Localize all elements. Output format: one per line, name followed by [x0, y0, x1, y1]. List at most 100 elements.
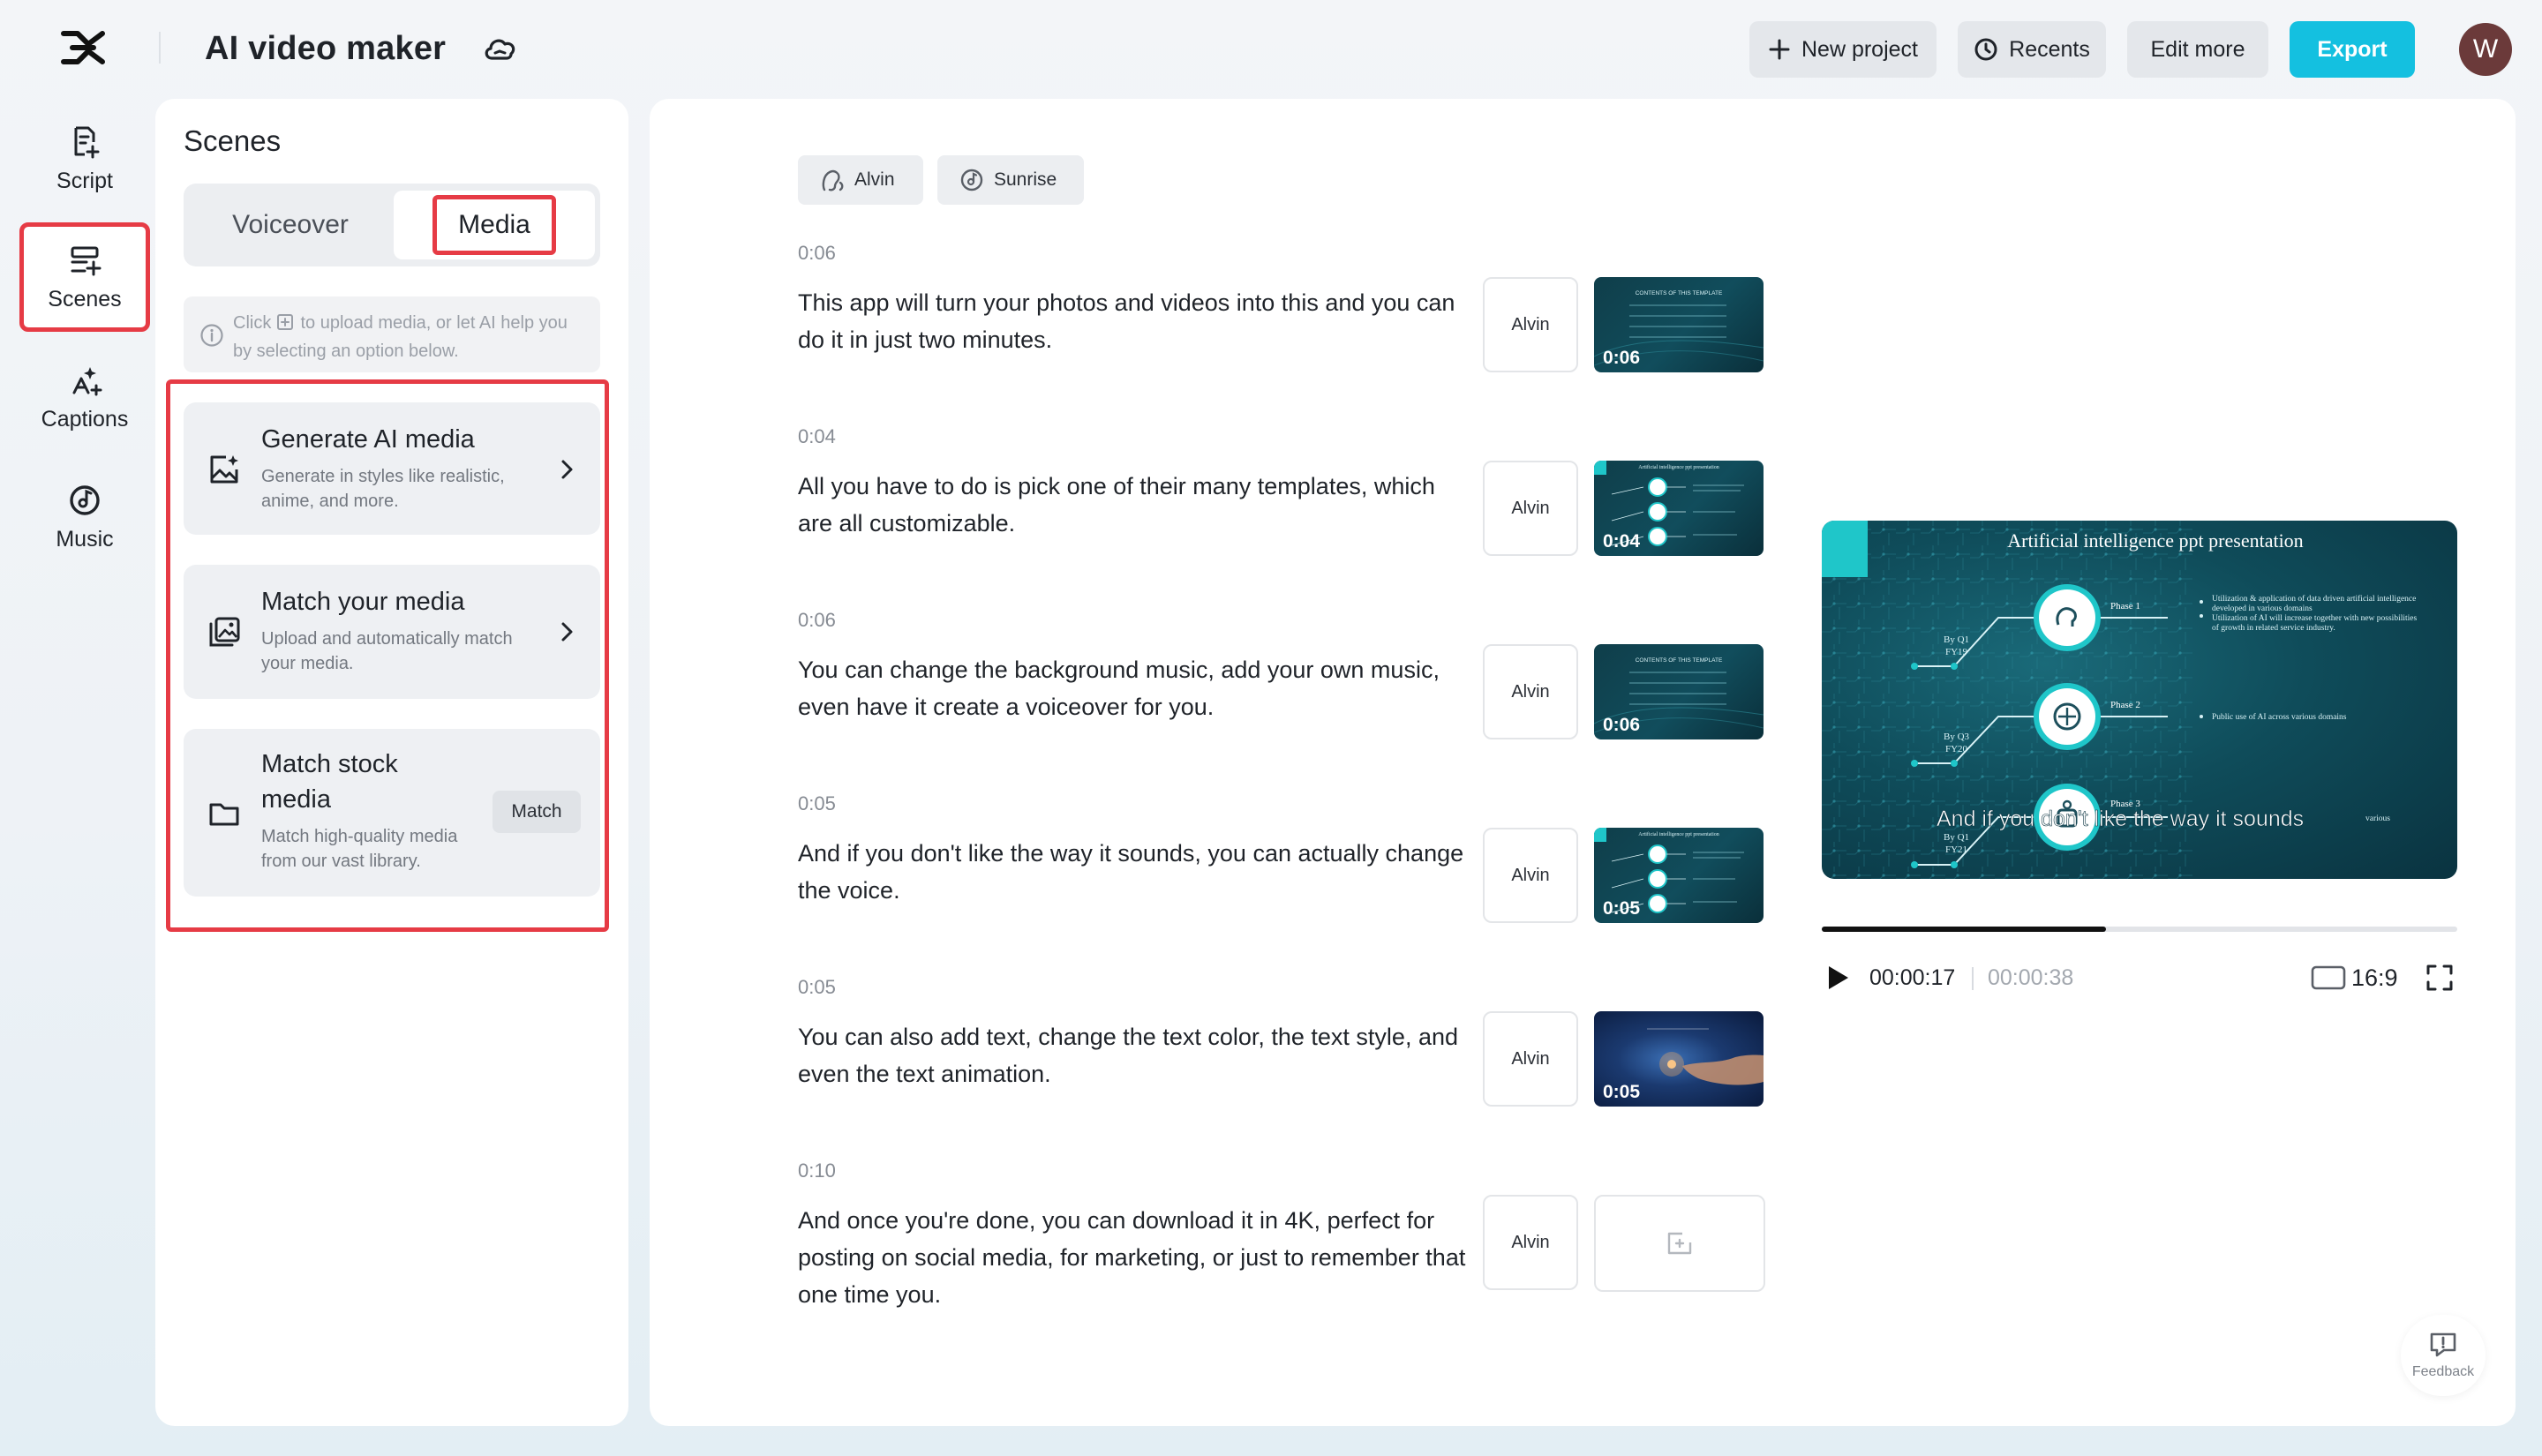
- rail-label-script: Script: [56, 169, 113, 194]
- fy-label-1: FY19: [1945, 647, 1968, 657]
- feedback-icon: [2428, 1331, 2458, 1359]
- tab-media[interactable]: Media: [394, 191, 595, 259]
- add-media-icon: [1665, 1230, 1695, 1257]
- rail-label-scenes: Scenes: [48, 287, 121, 312]
- scene-duration: 0:05: [798, 974, 836, 1001]
- by-label-3: By Q1: [1944, 832, 1969, 843]
- rail-item-script[interactable]: Script: [19, 104, 150, 214]
- by-label-1: By Q1: [1944, 634, 1969, 645]
- music-icon: [67, 483, 102, 518]
- chevron-right-icon: [556, 457, 577, 482]
- app-title: AI video maker: [205, 26, 446, 71]
- header-divider: [159, 32, 161, 64]
- scene-voice-button[interactable]: Alvin: [1483, 461, 1578, 556]
- scene-duration: 0:10: [798, 1158, 836, 1184]
- upload-media-icon: [276, 313, 296, 331]
- scene-duration: 0:06: [798, 607, 836, 634]
- info-icon: [199, 323, 224, 348]
- new-project-button[interactable]: New project: [1749, 21, 1937, 78]
- hint-text-start: Click: [233, 313, 271, 333]
- music-selector[interactable]: Sunrise: [937, 155, 1084, 205]
- current-time: 00:00:17: [1869, 964, 1955, 992]
- avatar[interactable]: W: [2459, 23, 2512, 76]
- gallery-icon: [207, 614, 242, 649]
- music-icon: [959, 167, 985, 193]
- aspect-ratio-icon[interactable]: [2311, 965, 2346, 990]
- scene-script-text[interactable]: You can change the background music, add…: [798, 651, 1469, 725]
- scene-thumbnail[interactable]: Artificial intelligence ppt presentation…: [1594, 461, 1764, 556]
- music-chip-label: Sunrise: [994, 169, 1057, 191]
- edit-more-label: Edit more: [2151, 37, 2245, 63]
- thumb-duration: 0:04: [1603, 531, 1640, 552]
- cloud-sync-icon[interactable]: [482, 32, 519, 65]
- phase-2-note: Public use of AI across various domains: [2212, 712, 2347, 722]
- voice-selector[interactable]: Alvin: [798, 155, 923, 205]
- edit-more-button[interactable]: Edit more: [2127, 21, 2268, 78]
- scene-voice-button[interactable]: Alvin: [1483, 1195, 1578, 1290]
- chevron-right-icon: [556, 619, 577, 644]
- export-button[interactable]: Export: [2290, 21, 2415, 78]
- clock-icon: [1974, 37, 1998, 62]
- fy-label-3: FY21: [1945, 844, 1967, 855]
- thumb-caption: CONTENTS OF THIS TEMPLATE: [1636, 657, 1723, 664]
- aspect-ratio-label[interactable]: 16:9: [2351, 964, 2398, 992]
- thumb-duration: 0:05: [1603, 898, 1640, 919]
- scene-voice-button[interactable]: Alvin: [1483, 277, 1578, 372]
- scene-script-text[interactable]: And once you're done, you can download i…: [798, 1202, 1469, 1313]
- scenes-panel-title: Scenes: [184, 124, 281, 159]
- phase-1-note-a: Utilization & application of data driven…: [2212, 595, 2424, 614]
- scene-script-text[interactable]: You can also add text, change the text c…: [798, 1018, 1469, 1092]
- scene-thumbnail[interactable]: Artificial intelligence ppt presentation…: [1594, 828, 1764, 923]
- script-icon: [67, 124, 102, 160]
- thumb-caption: Artificial intelligence ppt presentation: [1638, 464, 1718, 470]
- play-icon[interactable]: [1825, 964, 1850, 992]
- scene-script-text[interactable]: This app will turn your photos and video…: [798, 284, 1469, 358]
- export-label: Export: [2317, 37, 2387, 63]
- captions-icon: [67, 363, 102, 398]
- match-your-media-title: Match your media: [261, 584, 465, 619]
- phase-1-label: Phase 1: [2110, 601, 2140, 612]
- rail-label-music: Music: [56, 527, 113, 552]
- scene-voice-button[interactable]: Alvin: [1483, 644, 1578, 739]
- slide-title: Artificial intelligence ppt presentation: [2007, 529, 2303, 552]
- fullscreen-icon[interactable]: [2425, 964, 2454, 992]
- upload-hint-text: Click to upload media, or let AI help yo…: [233, 309, 586, 365]
- scene-thumbnail[interactable]: CONTENTS OF THIS TEMPLATE0:06: [1594, 277, 1764, 372]
- preview-subtitle: And if you don't like the way it sounds: [1937, 807, 2304, 831]
- voice-icon: [819, 167, 846, 193]
- scene-add-media-slot[interactable]: [1594, 1195, 1765, 1292]
- thumb-duration: 0:05: [1603, 1082, 1640, 1103]
- scene-thumbnail[interactable]: 0:05: [1594, 1011, 1764, 1107]
- rail-item-captions[interactable]: Captions: [19, 342, 150, 452]
- recents-button[interactable]: Recents: [1958, 21, 2106, 78]
- fy-label-2: FY20: [1945, 744, 1968, 754]
- phase-1-note-b: Utilization of AI will increase together…: [2212, 614, 2424, 634]
- thumb-caption: Artificial intelligence ppt presentation: [1638, 831, 1718, 837]
- total-time: 00:00:38: [1988, 964, 2073, 992]
- scenes-icon: [67, 243, 102, 278]
- scene-script-text[interactable]: All you have to do is pick one of their …: [798, 468, 1469, 542]
- match-stock-media-subtitle: Match high-quality media from our vast l…: [261, 824, 491, 874]
- tab-voiceover[interactable]: Voiceover: [191, 191, 390, 259]
- thumb-duration: 0:06: [1603, 348, 1640, 369]
- scene-voice-button[interactable]: Alvin: [1483, 1011, 1578, 1107]
- phase-node-1: [2034, 584, 2101, 651]
- phase-3-note: various: [2365, 814, 2390, 823]
- video-preview[interactable]: Artificial intelligence ppt presentation…: [1822, 521, 2457, 879]
- feedback-label: Feedback: [2412, 1364, 2474, 1380]
- scene-duration: 0:04: [798, 424, 836, 450]
- scene-script-text[interactable]: And if you don't like the way it sounds,…: [798, 835, 1469, 909]
- time-divider: [1972, 967, 1974, 990]
- folder-icon: [207, 796, 242, 831]
- by-label-2: By Q3: [1944, 732, 1970, 742]
- plus-icon: [1768, 38, 1791, 61]
- feedback-button[interactable]: Feedback: [2401, 1315, 2486, 1396]
- match-button[interactable]: Match: [493, 791, 581, 833]
- generate-ai-media-subtitle: Generate in styles like realistic, anime…: [261, 464, 526, 514]
- capcut-logo: [58, 26, 108, 69]
- match-stock-media-title: Match stock media: [261, 747, 438, 817]
- scene-thumbnail[interactable]: CONTENTS OF THIS TEMPLATE0:06: [1594, 644, 1764, 739]
- rail-item-music[interactable]: Music: [19, 462, 150, 572]
- scene-voice-button[interactable]: Alvin: [1483, 828, 1578, 923]
- rail-item-scenes[interactable]: Scenes: [19, 222, 150, 332]
